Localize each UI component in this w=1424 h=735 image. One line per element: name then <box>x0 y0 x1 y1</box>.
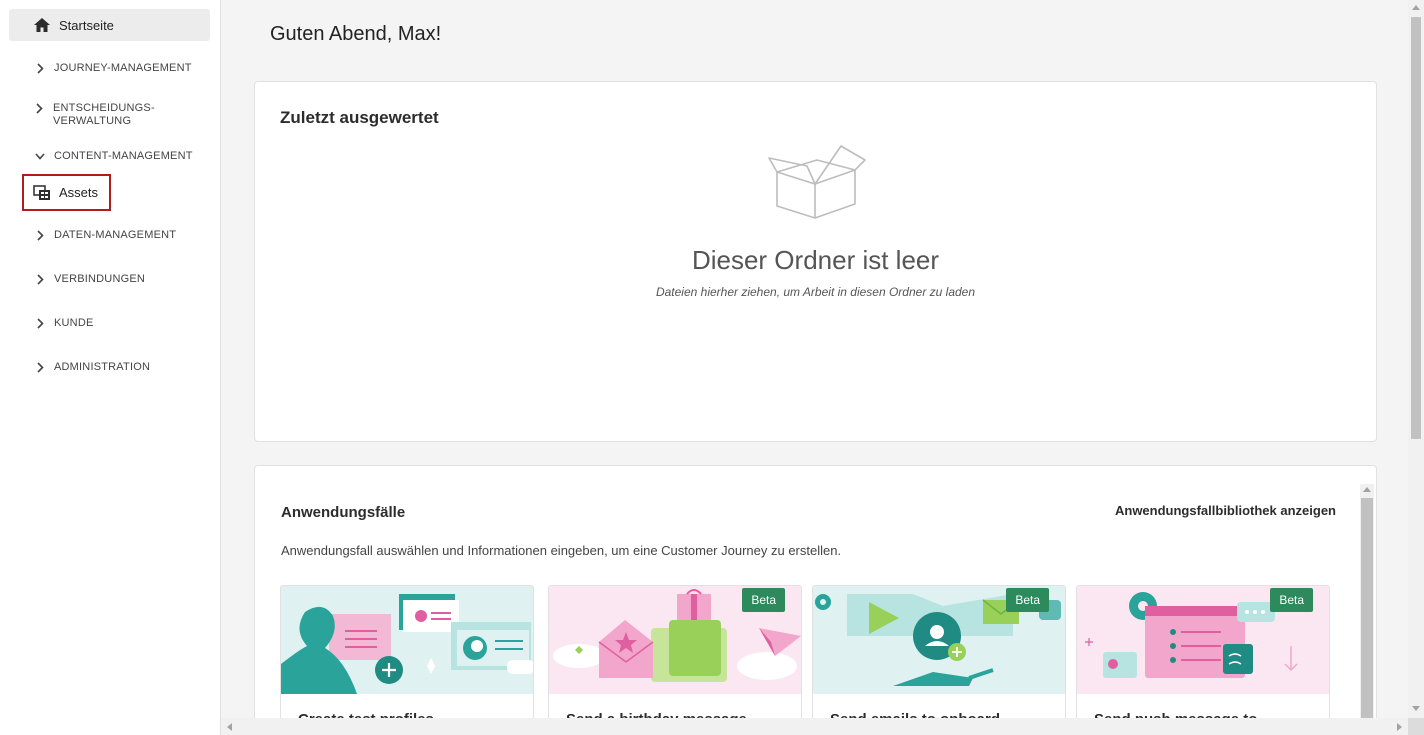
recent-title: Zuletzt ausgewertet <box>280 108 439 127</box>
test-profiles-illustration <box>281 586 533 694</box>
sidebar-item-journey-management[interactable]: JOURNEY-MANAGEMENT <box>35 62 192 75</box>
empty-state-title: Dieser Ordner ist leer <box>691 245 940 275</box>
sidebar-item-customer[interactable]: KUNDE <box>35 317 94 330</box>
sidebar-item-label: ENTSCHEIDUNGS- VERWALTUNG <box>53 102 155 127</box>
sidebar-item-label: Startseite <box>59 17 114 33</box>
chevron-right-icon <box>37 274 44 285</box>
page-greeting: Guten Abend, Max! <box>270 23 442 45</box>
chevron-down-icon <box>35 153 45 160</box>
scrollbar-corner <box>1408 718 1424 735</box>
usecase-tile-birthday[interactable]: Beta Send a birthday message <box>548 585 802 735</box>
sidebar-item-label: VERBINDUNGEN <box>54 273 146 285</box>
usecases-description: Anwendungsfall auswählen und Information… <box>281 543 842 558</box>
chevron-right-icon <box>37 230 44 241</box>
app-window: Startseite JOURNEY-MANAGEMENT ENTSCHEIDU… <box>0 0 1424 735</box>
window-vertical-scrollbar[interactable] <box>1408 0 1424 718</box>
scroll-left-arrow-icon[interactable] <box>227 723 232 731</box>
sidebar-item-label: CONTENT-MANAGEMENT <box>54 150 193 162</box>
beta-badge: Beta <box>742 588 785 612</box>
scroll-down-arrow-icon[interactable] <box>1412 706 1420 711</box>
scrollbar-thumb[interactable] <box>1411 17 1421 439</box>
sidebar-item-label: JOURNEY-MANAGEMENT <box>54 62 192 74</box>
assets-icon <box>33 184 50 200</box>
empty-box-icon <box>768 145 866 219</box>
empty-state-subtitle: Dateien hierher ziehen, um Arbeit in die… <box>655 285 976 299</box>
home-icon <box>34 18 50 32</box>
sidebar-item-label: Assets <box>59 185 99 200</box>
chevron-right-icon <box>37 318 44 329</box>
sidebar-item-administration[interactable]: ADMINISTRATION <box>35 361 150 374</box>
scroll-right-arrow-icon[interactable] <box>1397 723 1402 731</box>
beta-badge: Beta <box>1006 588 1049 612</box>
usecase-library-link[interactable]: Anwendungsfallbibliothek anzeigen <box>1115 503 1336 518</box>
usecases-title: Anwendungsfälle <box>281 504 406 521</box>
scroll-up-arrow-icon[interactable] <box>1363 487 1371 492</box>
sidebar-item-label: KUNDE <box>54 317 94 329</box>
window-horizontal-scrollbar[interactable] <box>221 718 1408 735</box>
beta-badge: Beta <box>1270 588 1313 612</box>
scroll-up-arrow-icon[interactable] <box>1412 5 1420 10</box>
sidebar-item-assets[interactable]: Assets <box>22 174 111 211</box>
sidebar-item-content-management[interactable]: CONTENT-MANAGEMENT <box>35 150 193 163</box>
chevron-right-icon <box>37 362 44 373</box>
sidebar-item-home[interactable]: Startseite <box>9 9 210 41</box>
usecases-scrollbar[interactable] <box>1360 484 1374 735</box>
sidebar-item-decision-management[interactable]: ENTSCHEIDUNGS- VERWALTUNG <box>34 102 155 128</box>
sidebar-item-label: DATEN-MANAGEMENT <box>54 229 177 241</box>
usecase-tile-onboard[interactable]: Beta Send emails to onboard <box>812 585 1066 735</box>
sidebar-item-connections[interactable]: VERBINDUNGEN <box>35 273 145 286</box>
sidebar-item-data-management[interactable]: DATEN-MANAGEMENT <box>35 229 176 242</box>
sidebar-item-label: ADMINISTRATION <box>54 361 151 373</box>
chevron-right-icon <box>36 103 43 114</box>
recent-panel: Zuletzt ausgewertet Dieser Ordner ist le… <box>254 81 1377 442</box>
usecase-tile-push[interactable]: Beta Send push message to <box>1076 585 1330 735</box>
sidebar: Startseite JOURNEY-MANAGEMENT ENTSCHEIDU… <box>0 0 221 735</box>
usecases-panel: Anwendungsfälle Anwendungsfallbibliothek… <box>254 465 1377 735</box>
scrollbar-thumb[interactable] <box>1361 498 1373 735</box>
chevron-right-icon <box>37 63 44 74</box>
usecase-tile-test-profiles[interactable]: Create test profiles <box>280 585 534 735</box>
